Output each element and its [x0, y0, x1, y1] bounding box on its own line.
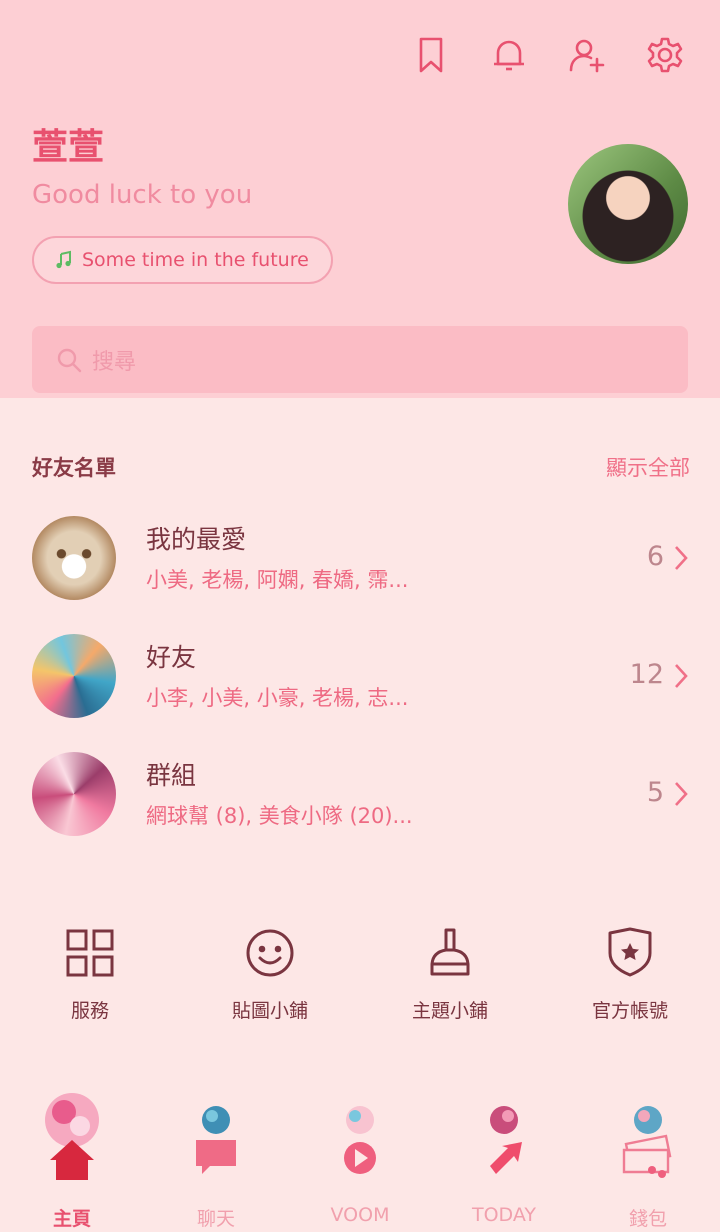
friends-avatar	[32, 634, 116, 718]
profile-header: 萱萱 Good luck to you Some time in the fut…	[0, 0, 720, 398]
profile-music-pill[interactable]: Some time in the future	[32, 236, 333, 284]
service-button[interactable]: 服務	[0, 926, 180, 1023]
brush-icon	[430, 928, 470, 976]
music-title: Some time in the future	[82, 249, 309, 271]
group-members: 小李, 小美, 小豪, 老楊, 志...	[146, 686, 409, 710]
sticker-shop-button[interactable]: 貼圖小鋪	[180, 926, 360, 1023]
profile-name[interactable]: 萱萱	[32, 118, 104, 170]
profile-avatar[interactable]	[568, 144, 688, 264]
search-input[interactable]: 搜尋	[32, 326, 688, 393]
nav-label: 主頁	[52, 1208, 91, 1230]
grid-icon	[66, 929, 114, 977]
status-message[interactable]: Good luck to you	[32, 180, 252, 210]
home-icon	[45, 1093, 99, 1180]
chevron-right-icon	[675, 782, 688, 806]
nav-home[interactable]: 主頁	[0, 1080, 144, 1232]
nav-label: VOOM	[330, 1204, 390, 1226]
arrow-icon	[490, 1106, 522, 1174]
music-note-icon	[56, 250, 71, 269]
theme-shop-button[interactable]: 主題小鋪	[360, 926, 540, 1023]
shield-star-icon	[608, 927, 652, 977]
nav-label: 錢包	[628, 1208, 667, 1230]
search-icon	[57, 348, 82, 372]
group-count: 12	[629, 659, 664, 690]
play-icon	[344, 1106, 376, 1174]
list-item-friends[interactable]: 好友 小李, 小美, 小豪, 老楊, 志... 12	[0, 634, 720, 734]
group-title: 好友	[146, 643, 197, 672]
services-bar: 服務 貼圖小鋪 主題小鋪 官方帳號	[0, 926, 720, 1023]
smiley-icon	[246, 929, 294, 977]
friends-section-title: 好友名單	[32, 456, 116, 480]
list-item-groups[interactable]: 群組 網球幫 (8), 美食小隊 (20)... 5	[0, 752, 720, 852]
nav-chat[interactable]: 聊天	[144, 1080, 288, 1232]
show-all-link[interactable]: 顯示全部	[606, 452, 690, 482]
official-accounts-button[interactable]: 官方帳號	[540, 926, 720, 1023]
group-count: 5	[646, 777, 664, 808]
list-item-favorites[interactable]: 我的最愛 小美, 老楊, 阿嫻, 春嬌, 霈... 6	[0, 516, 720, 616]
group-members: 網球幫 (8), 美食小隊 (20)...	[146, 804, 413, 828]
chat-icon	[196, 1106, 236, 1174]
bottom-nav: 主頁 聊天 VOOM TODAY 錢包	[0, 1080, 720, 1232]
chevron-right-icon	[675, 664, 688, 688]
nav-label: TODAY	[472, 1204, 536, 1226]
bookmark-icon[interactable]	[410, 34, 452, 76]
nav-voom[interactable]: VOOM	[288, 1080, 432, 1232]
favorites-avatar	[32, 516, 116, 600]
service-label: 服務	[70, 1000, 109, 1022]
service-label: 主題小鋪	[411, 1000, 488, 1022]
search-placeholder: 搜尋	[92, 349, 137, 375]
gear-icon[interactable]	[644, 34, 686, 76]
group-count: 6	[646, 541, 664, 572]
chevron-right-icon	[675, 546, 688, 570]
nav-wallet[interactable]: 錢包	[576, 1080, 720, 1232]
group-title: 群組	[146, 761, 197, 790]
top-toolbar	[410, 34, 686, 76]
wallet-icon	[622, 1106, 672, 1178]
bell-icon[interactable]	[488, 34, 530, 76]
service-label: 貼圖小鋪	[231, 1000, 308, 1022]
group-members: 小美, 老楊, 阿嫻, 春嬌, 霈...	[146, 568, 409, 592]
groups-avatar	[32, 752, 116, 836]
nav-today[interactable]: TODAY	[432, 1080, 576, 1232]
add-friend-icon[interactable]	[566, 34, 608, 76]
group-title: 我的最愛	[146, 525, 247, 554]
nav-label: 聊天	[196, 1208, 235, 1230]
service-label: 官方帳號	[591, 1000, 668, 1022]
